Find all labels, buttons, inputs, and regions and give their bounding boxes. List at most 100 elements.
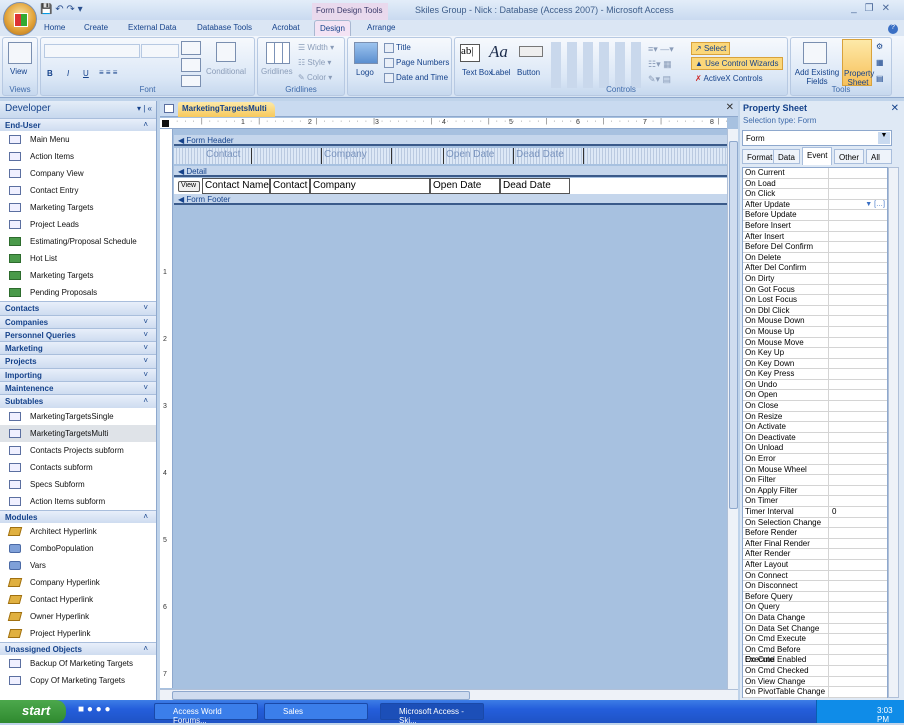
nav-item[interactable]: ComboPopulation	[0, 540, 156, 557]
builder-dropdown-icon[interactable]: ▼ […]	[865, 200, 885, 210]
chevron-down-icon[interactable]: ˅	[143, 383, 148, 392]
horizontal-scrollbar[interactable]	[160, 689, 738, 700]
nav-group-header[interactable]: Importing ˅	[0, 367, 156, 382]
property-row[interactable]: On Activate	[743, 422, 887, 433]
property-row[interactable]: On Delete	[743, 252, 887, 264]
contact-id-textbox[interactable]: Contact I	[270, 178, 310, 194]
nav-item[interactable]: Company View	[0, 165, 156, 182]
header-label-company[interactable]: Company	[322, 148, 392, 164]
property-row[interactable]: On Open	[743, 390, 887, 402]
property-row[interactable]: On Mouse Down	[743, 316, 887, 327]
font-color-icon[interactable]	[181, 41, 201, 55]
text-box-button[interactable]: Text Box	[462, 68, 493, 77]
chevron-up-icon[interactable]: ˄	[143, 396, 148, 405]
property-row[interactable]: Timer Interval 0	[743, 507, 887, 518]
nav-item[interactable]: Marketing Targets	[0, 199, 156, 216]
nav-item[interactable]: Project Leads	[0, 216, 156, 233]
close-icon[interactable]: ✕	[882, 3, 898, 14]
nav-item[interactable]: Copy Of Marketing Targets	[0, 672, 156, 689]
restore-icon[interactable]: ❐	[865, 3, 882, 14]
property-row[interactable]: On Key Press	[743, 369, 887, 380]
control-wizards-button[interactable]: ▲ Use Control Wizards	[691, 57, 783, 70]
property-row[interactable]: On PivotTable Change	[743, 687, 887, 698]
nav-item[interactable]: Contact Hyperlink	[0, 591, 156, 608]
property-row[interactable]: On View Change	[743, 676, 887, 688]
header-label-dead-date[interactable]: Dead Date	[514, 148, 584, 164]
nav-group-header[interactable]: Unassigned Objects ˄	[0, 641, 156, 656]
tab-design[interactable]: Design	[314, 20, 351, 37]
property-row[interactable]: On Mouse Wheel	[743, 464, 887, 476]
property-row[interactable]: On Unload	[743, 443, 887, 455]
font-name-combo[interactable]	[44, 44, 140, 58]
chevron-down-icon[interactable]: ▼	[878, 132, 890, 144]
nav-item[interactable]: Contacts Projects subform	[0, 442, 156, 459]
close-document-icon[interactable]: ✕	[726, 102, 734, 113]
customize-qat-icon[interactable]: ▾	[78, 4, 83, 15]
property-row[interactable]: After Render	[743, 549, 887, 560]
vertical-ruler[interactable]: 1 2 3 4 5 6 7	[160, 129, 173, 688]
property-row[interactable]: Before Query	[743, 591, 887, 603]
property-row[interactable]: On Mouse Up	[743, 326, 887, 338]
view-code-icon[interactable]: ▦	[876, 58, 884, 67]
property-row[interactable]: On Dirty	[743, 273, 887, 285]
property-row[interactable]: On Data Set Change	[743, 623, 887, 635]
control-gallery[interactable]	[547, 42, 643, 88]
select-button[interactable]: ↗ Select	[691, 42, 731, 55]
italic-button[interactable]: I	[67, 69, 69, 78]
tab-order-icon[interactable]: ▤	[876, 74, 884, 83]
undo-icon[interactable]: ↶	[55, 4, 63, 15]
header-spacer[interactable]	[392, 148, 444, 164]
nav-item[interactable]: Action Items	[0, 148, 156, 165]
property-row[interactable]: On Cmd Enabled	[743, 655, 887, 666]
property-row[interactable]: Before Del Confirm	[743, 242, 887, 253]
property-row[interactable]: After Layout	[743, 559, 887, 571]
date-time-button[interactable]: Date and Time	[384, 73, 448, 83]
document-tab[interactable]: MarketingTargetsMulti	[178, 102, 275, 117]
contact-name-textbox[interactable]: Contact Name	[202, 178, 270, 194]
open-date-textbox[interactable]: Open Date	[430, 178, 500, 194]
page-numbers-button[interactable]: Page Numbers	[384, 58, 449, 68]
nav-group-header[interactable]: Subtables ˄	[0, 394, 156, 408]
minimize-icon[interactable]: _	[851, 3, 865, 14]
nav-group-header[interactable]: Modules ˄	[0, 509, 156, 523]
nav-item[interactable]: Contact Entry	[0, 182, 156, 199]
activex-button[interactable]: ✗ ActiveX Controls	[695, 74, 763, 83]
chevron-up-icon[interactable]: ˄	[143, 120, 148, 129]
nav-group-header[interactable]: Marketing ˅	[0, 341, 156, 355]
property-scrollbar[interactable]	[888, 167, 899, 698]
tab-external-data[interactable]: External Data	[128, 23, 176, 32]
nav-item[interactable]: Vars	[0, 557, 156, 574]
conditional-button[interactable]: Conditional	[206, 67, 246, 76]
fill-color-icon[interactable]	[181, 58, 201, 72]
property-row[interactable]: On Data Change	[743, 612, 887, 624]
property-row[interactable]: Before Update	[743, 210, 887, 221]
form-header-section[interactable]: Contact Company Open Date Dead Date	[174, 148, 727, 164]
nav-pane-header[interactable]: Developer ▾ | «	[0, 101, 156, 118]
header-spacer[interactable]	[252, 148, 322, 164]
property-row[interactable]: On Selection Change	[743, 517, 887, 529]
nav-item[interactable]: Architect Hyperlink	[0, 523, 156, 540]
nav-item[interactable]: Company Hyperlink	[0, 574, 156, 591]
start-button[interactable]: start	[0, 700, 66, 723]
property-row[interactable]: On Filter	[743, 475, 887, 486]
vertical-scrollbar[interactable]	[727, 129, 738, 689]
detail-section[interactable]: View Contact Name Contact I Company Open…	[174, 178, 727, 194]
property-row[interactable]: On Key Down	[743, 358, 887, 370]
horizontal-ruler[interactable]: · · · | · · · · · · | · · · · · · | · · …	[160, 118, 727, 129]
tab-event[interactable]: Event	[802, 147, 833, 165]
property-row[interactable]: Before Insert	[743, 220, 887, 232]
taskbar-button-access[interactable]: Microsoft Access - Ski...	[380, 703, 484, 725]
chevron-down-icon[interactable]: ˅	[143, 343, 148, 352]
help-icon[interactable]: ?	[888, 24, 898, 34]
chevron-up-icon[interactable]: ˄	[143, 512, 148, 521]
form-selector[interactable]	[162, 120, 169, 127]
property-row[interactable]: After Final Render	[743, 538, 887, 550]
chevron-down-icon[interactable]: ˅	[143, 317, 148, 326]
quick-launch-icons[interactable]: ■ ● ● ●	[78, 704, 111, 715]
chevron-down-icon[interactable]: ˅	[143, 356, 148, 365]
nav-item[interactable]: Owner Hyperlink	[0, 608, 156, 625]
property-row[interactable]: On Lost Focus	[743, 295, 887, 306]
line-format-buttons[interactable]: ≡▾ —▾ ☷▾ ▦ ✎▾ ▤	[648, 42, 694, 88]
color-button[interactable]: ✎ Color ▾	[298, 73, 332, 82]
tab-other[interactable]: Other	[834, 149, 865, 164]
